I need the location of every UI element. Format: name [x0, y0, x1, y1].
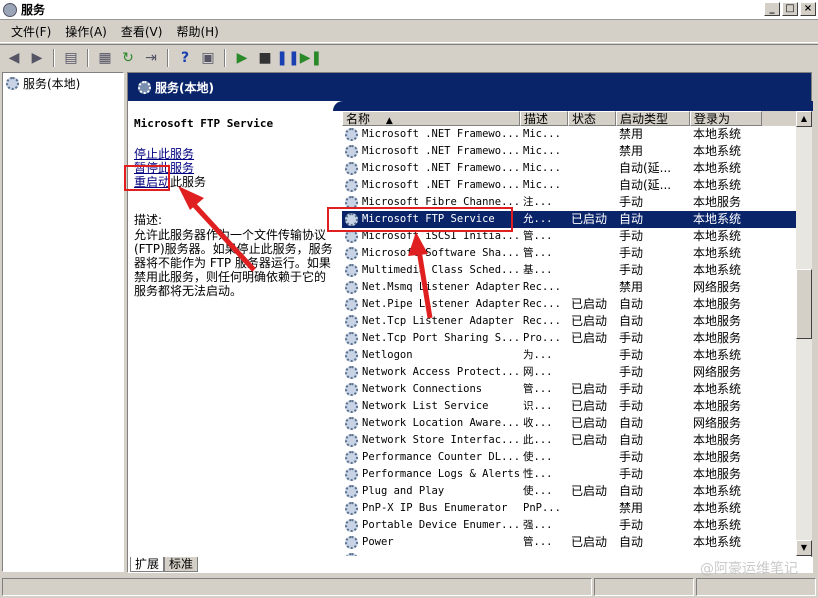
annotation-arrow-restart: [178, 186, 256, 272]
status-pane: [2, 578, 592, 596]
annotation-arrows: [178, 186, 433, 319]
watermark: @阿豪运维笔记: [700, 561, 798, 577]
status-pane: [594, 578, 694, 596]
status-bar: [0, 576, 818, 598]
status-pane: [696, 578, 816, 596]
annotation-arrow-ftp: [408, 232, 433, 319]
